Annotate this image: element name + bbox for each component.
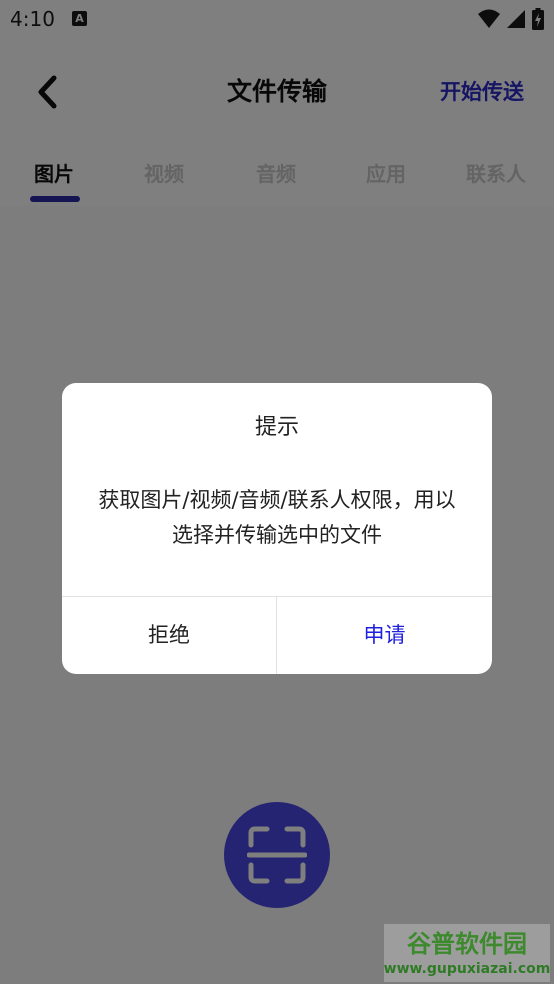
app-screen: 4:10 A 文件传输 开始传送 图片 视频 音频 应用 联系人 xyxy=(0,0,554,984)
dialog-title: 提示 xyxy=(254,415,299,440)
svg-text:www.gupuxiazai.com: www.gupuxiazai.com xyxy=(384,961,550,977)
dialog-message-line2: 选择并传输选中的文件 xyxy=(172,523,382,547)
permission-dialog: 提示 获取图片/视频/音频/联系人权限，用以 选择并传输选中的文件 拒绝 申请 xyxy=(62,383,492,674)
apply-button[interactable]: 申请 xyxy=(277,597,492,674)
dialog-message-line1: 获取图片/视频/音频/联系人权限，用以 xyxy=(98,488,456,512)
deny-button[interactable]: 拒绝 xyxy=(62,597,276,674)
dialog-message: 获取图片/视频/音频/联系人权限，用以 选择并传输选中的文件 xyxy=(76,483,478,553)
watermark-logo: 谷普软件园 www.gupuxiazai.com xyxy=(384,924,550,982)
svg-text:谷普软件园: 谷普软件园 xyxy=(407,930,527,958)
